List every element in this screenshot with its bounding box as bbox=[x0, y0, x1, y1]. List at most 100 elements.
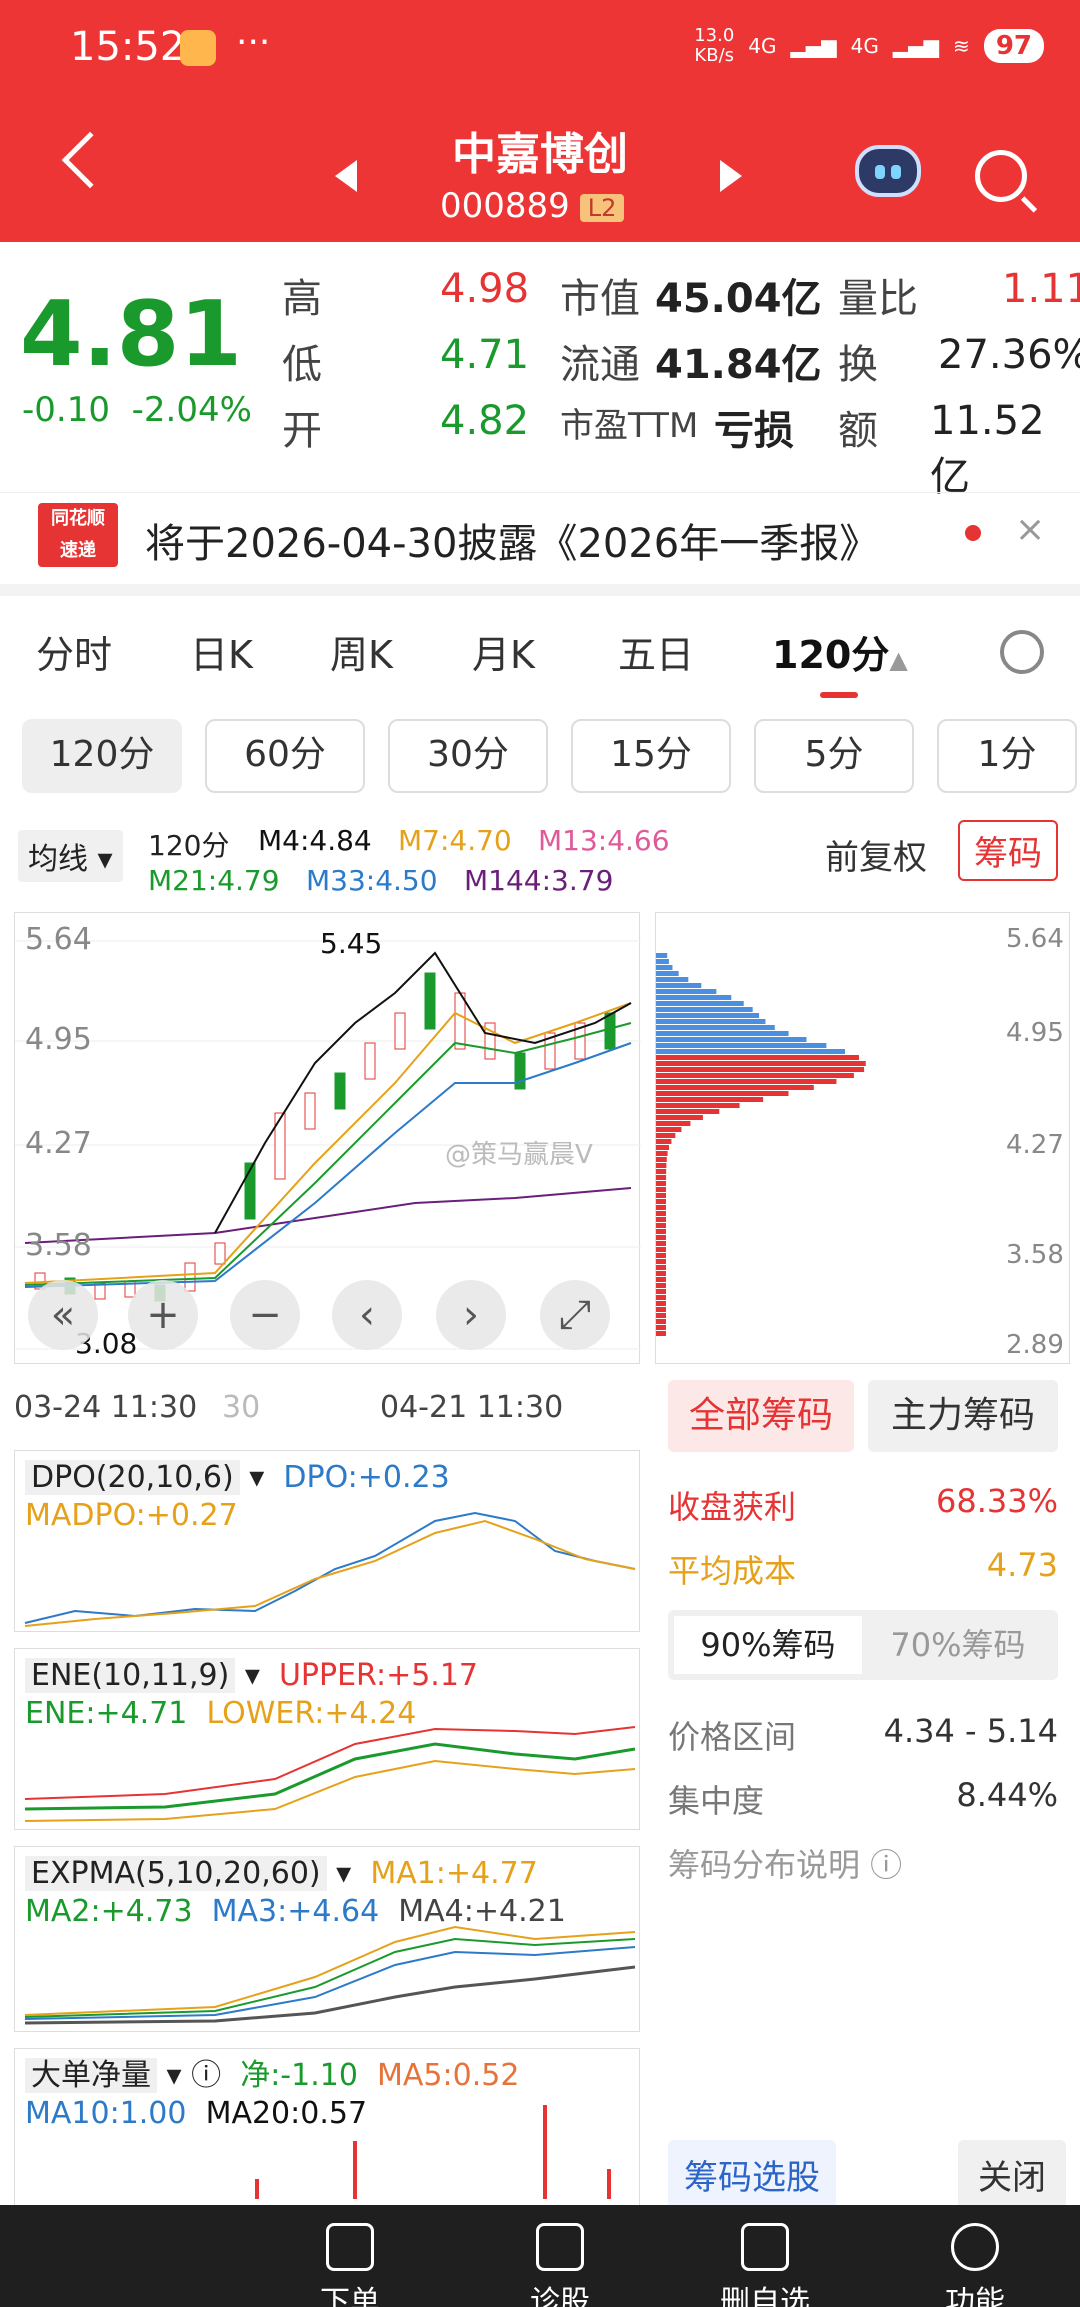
chip-tab-main[interactable]: 主力筹码 bbox=[868, 1380, 1058, 1452]
candle bbox=[454, 992, 466, 1050]
chip-bar bbox=[656, 1091, 789, 1096]
chip-description-link[interactable]: 筹码分布说明 ⓘ bbox=[668, 1840, 1058, 1886]
rewind-icon[interactable]: « bbox=[28, 1280, 98, 1350]
vr-value: 1.11 bbox=[1002, 266, 1080, 312]
chip-bar bbox=[656, 1331, 666, 1336]
network-speed: 13.0 KB/s bbox=[694, 25, 735, 66]
ma-m144: M144:3.79 bbox=[464, 864, 614, 897]
pct-90-tab[interactable]: 90%筹码 bbox=[674, 1616, 862, 1674]
pct-70-tab[interactable]: 70%筹码 bbox=[864, 1616, 1052, 1674]
app-notification-icon bbox=[180, 30, 216, 66]
ai-robot-icon[interactable] bbox=[855, 145, 921, 197]
chip-bar bbox=[656, 1259, 666, 1264]
chip-tick-3: 3.58 bbox=[1006, 1240, 1064, 1270]
zoom-out-icon[interactable]: − bbox=[230, 1280, 300, 1350]
chip-bar bbox=[656, 1319, 666, 1324]
chip-tab-all[interactable]: 全部筹码 bbox=[668, 1380, 854, 1452]
subtab-60[interactable]: 60分 bbox=[205, 719, 365, 793]
vr-label: 量比 bbox=[838, 276, 918, 322]
next-stock-icon[interactable] bbox=[720, 160, 742, 192]
concentration-row: 集中度 8.44% bbox=[668, 1776, 1058, 1820]
zoom-in-icon[interactable]: + bbox=[128, 1280, 198, 1350]
notice-close-icon[interactable]: × bbox=[1015, 509, 1045, 550]
subtab-15[interactable]: 15分 bbox=[571, 719, 731, 793]
chip-bar bbox=[656, 1151, 668, 1156]
ma-selector[interactable]: 均线 ▾ bbox=[18, 830, 123, 882]
chip-bar bbox=[656, 1001, 744, 1006]
float-label: 流通 bbox=[560, 342, 640, 388]
chip-bar bbox=[656, 1127, 682, 1132]
chip-bar bbox=[656, 983, 702, 988]
chip-bar bbox=[656, 1037, 807, 1042]
chip-bar bbox=[656, 1169, 667, 1174]
chip-bar bbox=[656, 1145, 669, 1150]
y-tick-1: 4.95 bbox=[25, 1022, 92, 1057]
candle bbox=[304, 1092, 316, 1130]
expma-panel[interactable]: EXPMA(5,10,20,60) ▾ MA1:+4.77 MA2:+4.73 … bbox=[14, 1846, 640, 2032]
chip-close-button[interactable]: 关闭 bbox=[958, 2140, 1066, 2209]
tab-daily[interactable]: 日K bbox=[190, 624, 253, 679]
nav-diagnose[interactable]: 诊股 bbox=[500, 2223, 620, 2307]
chip-bar bbox=[656, 1007, 753, 1012]
notice-text[interactable]: 将于2026-04-30披露《2026年一季报》 bbox=[145, 511, 879, 569]
nav-order[interactable]: 下单 bbox=[290, 2223, 410, 2307]
ene-panel[interactable]: ENE(10,11,9) ▾ UPPER:+5.17 ENE:+4.71 LOW… bbox=[14, 1648, 640, 1830]
fullscreen-icon[interactable]: ⤢ bbox=[540, 1280, 610, 1350]
chip-bar bbox=[656, 1235, 666, 1240]
l2-badge[interactable]: L2 bbox=[579, 193, 625, 222]
float-value: 41.84亿 bbox=[655, 342, 822, 388]
chip-bar bbox=[656, 1271, 666, 1276]
tab-five-day[interactable]: 五日 bbox=[618, 624, 694, 679]
tab-intraday[interactable]: 分时 bbox=[36, 624, 112, 679]
settings-icon[interactable] bbox=[1000, 630, 1044, 674]
pe-label: 市盈TTM bbox=[560, 406, 699, 446]
chip-bar bbox=[656, 971, 679, 976]
functions-icon bbox=[951, 2223, 999, 2271]
search-icon[interactable] bbox=[975, 150, 1027, 202]
subtab-30[interactable]: 30分 bbox=[388, 719, 548, 793]
subtab-5[interactable]: 5分 bbox=[754, 719, 914, 793]
price-change: -0.10 -2.04% bbox=[22, 390, 252, 430]
amount-value: 11.52亿 bbox=[930, 398, 1045, 500]
tab-120min[interactable]: 120分▲ bbox=[772, 624, 908, 679]
big-order-panel[interactable]: 大单净量 ▾ ⓘ 净:-1.10 MA5:0.52 MA10:1.00 MA20… bbox=[14, 2048, 640, 2208]
subtab-1[interactable]: 1分 bbox=[937, 719, 1077, 793]
signal-bars-icon-2: ▂▄▆ bbox=[892, 34, 940, 58]
chip-bar bbox=[656, 989, 717, 994]
chip-bar bbox=[656, 1277, 666, 1282]
chip-select-button[interactable]: 筹码选股 bbox=[668, 2140, 836, 2209]
chip-bar bbox=[656, 1199, 667, 1204]
period-tabs: 分时 日K 周K 月K 五日 120分▲ bbox=[0, 610, 1080, 698]
nav-remove-watch[interactable]: 删自选 bbox=[705, 2223, 825, 2307]
adjust-mode[interactable]: 前复权 bbox=[825, 830, 927, 879]
chip-bar bbox=[656, 959, 669, 964]
turnover-label: 换 bbox=[838, 342, 878, 388]
y-tick-2: 4.27 bbox=[25, 1126, 92, 1161]
tab-monthly[interactable]: 月K bbox=[472, 624, 535, 679]
chip-bar bbox=[656, 1193, 667, 1198]
dpo-panel[interactable]: DPO(20,10,6) ▾ DPO:+0.23 MADPO:+0.27 bbox=[14, 1450, 640, 1632]
chip-bar bbox=[656, 1253, 666, 1258]
notice-bar[interactable]: 同花顺 速递 将于2026-04-30披露《2026年一季报》 × bbox=[0, 492, 1080, 574]
chip-bar bbox=[656, 953, 668, 958]
quote-panel: 4.81 -0.10 -2.04% 高 4.98 低 4.71 开 4.82 市… bbox=[0, 242, 1080, 500]
chip-bar bbox=[656, 1313, 666, 1318]
scroll-left-icon[interactable]: ‹ bbox=[332, 1280, 402, 1350]
nav-functions[interactable]: 功能 bbox=[915, 2223, 1035, 2307]
battery-badge: 97 bbox=[983, 29, 1044, 63]
expma-svg bbox=[24, 1925, 636, 2025]
wifi-icon: ≋ bbox=[953, 34, 970, 58]
prev-stock-icon[interactable] bbox=[335, 160, 357, 192]
chip-toggle-button[interactable]: 筹码 bbox=[958, 820, 1058, 881]
mcap-label: 市值 bbox=[560, 276, 640, 322]
chip-bar bbox=[656, 1301, 666, 1306]
scroll-right-icon[interactable]: › bbox=[436, 1280, 506, 1350]
turnover-value: 27.36% bbox=[938, 332, 1080, 378]
back-icon[interactable] bbox=[61, 131, 119, 189]
minute-subtabs: 120分 60分 30分 15分 5分 1分 bbox=[0, 715, 1080, 795]
chip-svg: 5.64 4.95 4.27 3.58 2.89 bbox=[656, 924, 1064, 1360]
section-divider bbox=[0, 584, 1080, 596]
x-label-mid: 30 bbox=[222, 1390, 261, 1425]
tab-weekly[interactable]: 周K bbox=[330, 624, 393, 679]
subtab-120[interactable]: 120分 bbox=[22, 719, 182, 793]
